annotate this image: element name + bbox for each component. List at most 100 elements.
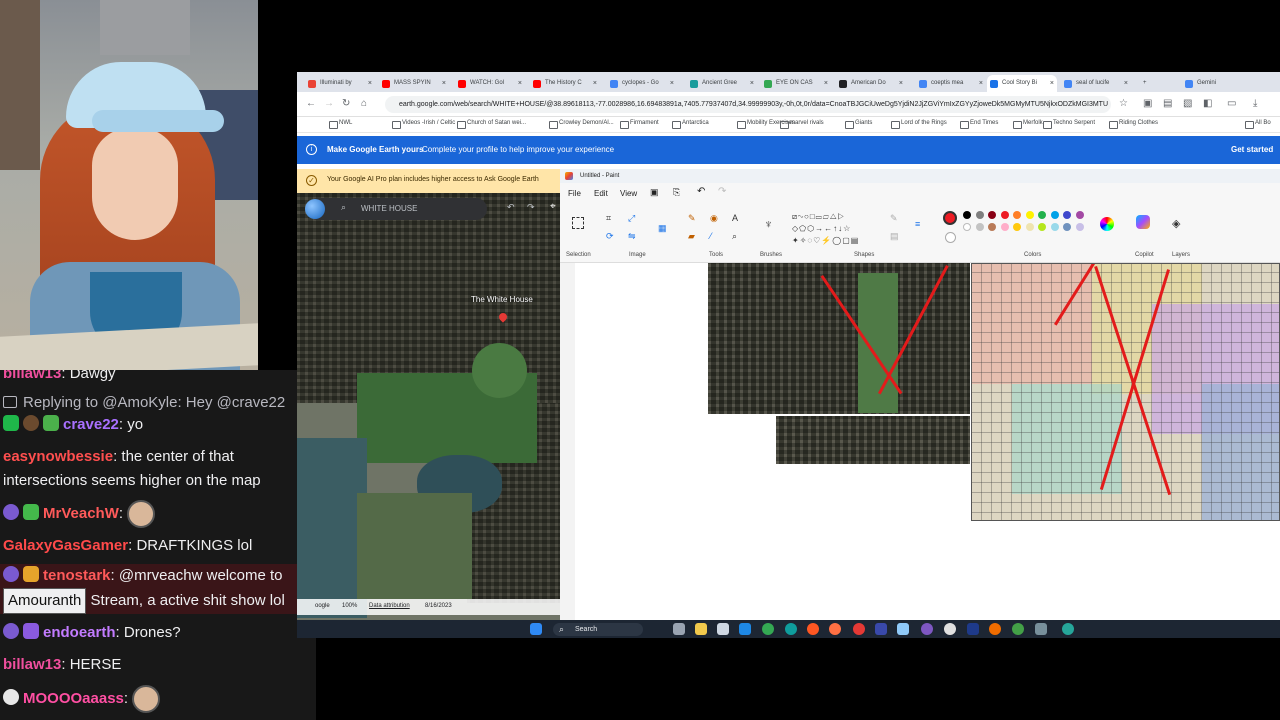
color-swatch[interactable]: [975, 223, 984, 231]
forward-icon[interactable]: →: [324, 98, 334, 109]
bookmark-item[interactable]: End Times: [960, 120, 998, 129]
shape-fill-icon[interactable]: ▤: [890, 231, 899, 241]
opera-icon[interactable]: [853, 623, 865, 635]
bookmark-item[interactable]: Videos -Irish / Celtic: [392, 120, 455, 129]
browser-tab[interactable]: Gemini: [1182, 75, 1242, 92]
close-tab-icon[interactable]: ×: [368, 75, 372, 92]
paint-canvas[interactable]: [575, 263, 1280, 620]
discord-icon[interactable]: [921, 623, 933, 635]
color-swatch[interactable]: [1013, 223, 1021, 231]
bookmark-item[interactable]: Riding Clothes: [1109, 120, 1158, 129]
flip-icon[interactable]: ⇋: [628, 231, 636, 241]
color-swatch[interactable]: [963, 211, 971, 219]
globe-icon[interactable]: [305, 199, 325, 219]
bookmark-item[interactable]: All Bo: [1245, 120, 1271, 129]
share-icon[interactable]: ⎘: [673, 187, 680, 198]
sidebar-icon[interactable]: ▭: [1227, 98, 1236, 109]
menu-edit[interactable]: Edit: [594, 189, 608, 198]
app-icon[interactable]: [897, 623, 909, 635]
chat-username[interactable]: billaw13: [3, 370, 61, 382]
back-icon[interactable]: ←: [306, 98, 316, 109]
close-tab-icon[interactable]: ×: [899, 75, 903, 92]
chrome-icon[interactable]: [762, 623, 774, 635]
earth-search-bar[interactable]: ⌕ WHITE HOUSE ↶ ↷: [305, 198, 535, 220]
bookmark-item[interactable]: Church of Satan wei...: [457, 120, 526, 129]
menu-file[interactable]: File: [568, 189, 581, 198]
close-tab-icon[interactable]: ×: [1050, 75, 1054, 92]
layers-icon[interactable]: ◈: [1172, 219, 1180, 230]
color-swatch[interactable]: [1013, 211, 1021, 219]
browser-tab[interactable]: coeptis mea ×: [916, 75, 986, 92]
color-picker-icon[interactable]: ⁄: [710, 231, 712, 241]
pasted-satellite-image[interactable]: [708, 263, 970, 414]
pin-icon[interactable]: ⌖: [550, 201, 556, 212]
bookmark-item[interactable]: Giants: [845, 120, 872, 129]
satellite-map[interactable]: ⌕ WHITE HOUSE ↶ ↷ ⌖ The White House oogl…: [297, 193, 560, 620]
browser-tab[interactable]: Cool Story Bi ×: [987, 75, 1057, 92]
chat-username[interactable]: MOOOOaaass: [23, 690, 124, 707]
close-tab-icon[interactable]: ×: [593, 75, 597, 92]
data-attribution-link[interactable]: Data attribution: [369, 603, 410, 609]
magnifier-icon[interactable]: ⌕: [732, 231, 737, 241]
eraser-icon[interactable]: ▰: [688, 231, 695, 241]
home-icon[interactable]: ⌂: [361, 98, 367, 109]
task-view-icon[interactable]: [673, 623, 685, 635]
bookmark-item[interactable]: Lord of the Rings: [891, 120, 947, 129]
text-icon[interactable]: A: [732, 213, 738, 223]
color-swatch[interactable]: [1050, 223, 1059, 231]
download-icon[interactable]: ⤓: [1253, 98, 1257, 109]
copilot-icon[interactable]: [1136, 215, 1150, 229]
app-icon[interactable]: [807, 623, 819, 635]
app-icon[interactable]: [1062, 623, 1074, 635]
close-tab-icon[interactable]: ×: [442, 75, 446, 92]
get-started-button[interactable]: Get started: [1231, 145, 1273, 154]
extension-icon[interactable]: ▤: [1163, 98, 1172, 109]
close-tab-icon[interactable]: ×: [670, 75, 674, 92]
browser-tab[interactable]: American Do ×: [836, 75, 906, 92]
color-swatch[interactable]: [1038, 211, 1046, 219]
shapes-gallery[interactable]: ⧄∿○□▭▱△▷ ◇⬠⬡→←↑↓☆ ✦✧◌♡⚡◯▢▤: [792, 211, 870, 249]
bookmark-item[interactable]: NWL: [329, 120, 352, 129]
browser-tab[interactable]: seal of lucife ×: [1061, 75, 1131, 92]
photoshop-icon[interactable]: [967, 623, 979, 635]
close-tab-icon[interactable]: ×: [518, 75, 522, 92]
bookmark-item[interactable]: Merfolk: [1013, 120, 1043, 129]
close-tab-icon[interactable]: ×: [1124, 75, 1128, 92]
color-swatch[interactable]: [1025, 211, 1034, 219]
crop-icon[interactable]: ⌗: [606, 213, 611, 223]
stroke-size-icon[interactable]: ≡: [915, 219, 920, 229]
taskbar-search[interactable]: ⌕ Search: [553, 623, 643, 636]
close-tab-icon[interactable]: ×: [750, 75, 754, 92]
color-swatch[interactable]: [1075, 211, 1084, 219]
edit-colors-icon[interactable]: [1100, 217, 1114, 231]
undo-icon[interactable]: ↶: [697, 186, 705, 197]
url-field[interactable]: earth.google.com/web/search/WHITE+HOUSE/…: [385, 96, 1111, 113]
color-swatch[interactable]: [1063, 223, 1071, 231]
app-icon[interactable]: [989, 623, 1001, 635]
browser-tab[interactable]: Illuminati by ×: [305, 75, 375, 92]
app-icon[interactable]: [944, 623, 956, 635]
rotate-icon[interactable]: ⟳: [606, 231, 614, 241]
chat-username[interactable]: GalaxyGasGamer: [3, 537, 128, 554]
browser-tab[interactable]: WATCH: Gol ×: [455, 75, 525, 92]
color-swatch[interactable]: [988, 223, 996, 231]
selection-icon[interactable]: [572, 217, 584, 229]
chat-username[interactable]: tenostark: [43, 567, 111, 584]
color-swatch[interactable]: [1050, 211, 1059, 219]
earth-search-value[interactable]: WHITE HOUSE: [361, 204, 417, 213]
mail-icon[interactable]: [739, 623, 751, 635]
new-tab-button[interactable]: +: [1140, 75, 1154, 92]
color-swatch[interactable]: [988, 211, 996, 219]
pasted-satellite-strip[interactable]: [776, 416, 970, 464]
app-icon[interactable]: [875, 623, 887, 635]
redo-icon[interactable]: ↷: [718, 186, 726, 197]
bookmark-item[interactable]: Techno Serpent: [1043, 120, 1095, 129]
browser-tab[interactable]: cyclopes - Go ×: [607, 75, 677, 92]
menu-view[interactable]: View: [620, 189, 637, 198]
color-swatch[interactable]: [1000, 211, 1009, 219]
start-icon[interactable]: [530, 623, 542, 635]
pencil-icon[interactable]: ✎: [688, 213, 696, 223]
outline-icon[interactable]: ✎: [890, 213, 898, 223]
undo-icon[interactable]: ↶: [507, 202, 515, 213]
browser-tab[interactable]: EYE ON CAS ×: [761, 75, 831, 92]
